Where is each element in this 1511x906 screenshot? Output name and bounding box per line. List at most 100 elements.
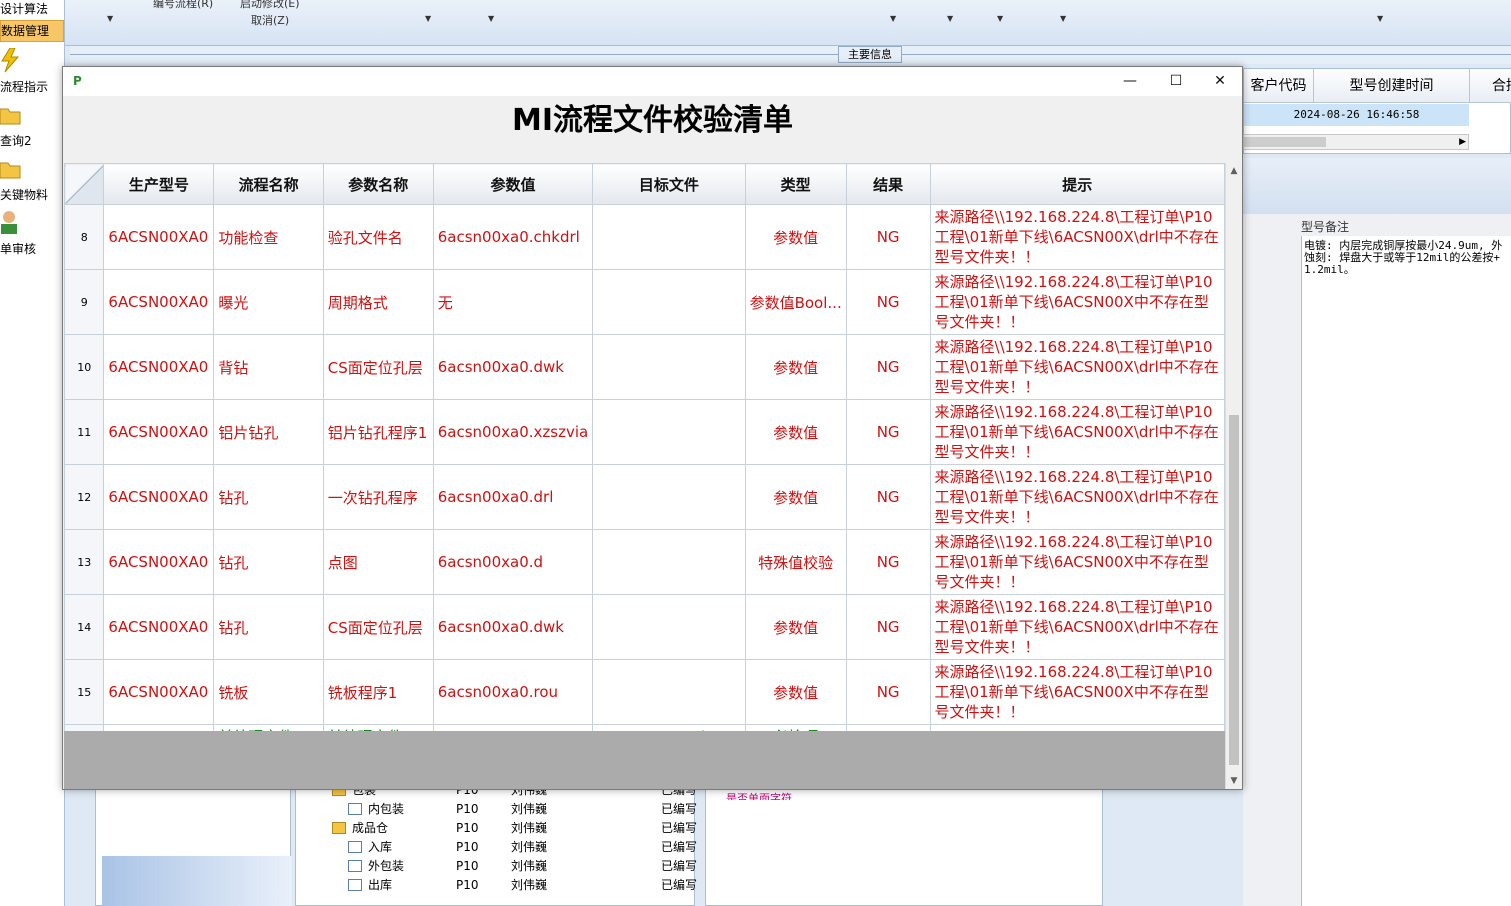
row-number[interactable]: 13 bbox=[64, 529, 105, 595]
nav-item-design-algorithm[interactable]: 设计算法 bbox=[0, 0, 64, 18]
nav-item-key-materials[interactable]: 关键物料 bbox=[0, 186, 64, 204]
cell-model[interactable]: 6ACSN00XA0 bbox=[103, 399, 215, 465]
cell-param-value[interactable]: 无 bbox=[432, 269, 594, 335]
cell-type[interactable]: 参数值 bbox=[744, 594, 847, 660]
column-header-model-created-time[interactable]: 型号创建时间 bbox=[1314, 69, 1470, 103]
cell-model[interactable]: 6ACSN00XA0 bbox=[103, 659, 215, 725]
row-number[interactable]: 15 bbox=[64, 659, 105, 725]
table-row[interactable]: 9 6ACSN00XA0 曝光 周期格式无 参数值Bool... NG 来源路径\\192.… bbox=[64, 269, 1225, 335]
nav-item-process-guide[interactable]: 流程指示 bbox=[0, 78, 64, 96]
selected-created-time-cell[interactable]: 2024-08-26 16:46:58 bbox=[1244, 104, 1469, 126]
cell-type[interactable]: 参数值 bbox=[744, 659, 847, 725]
table-row[interactable]: 8 6ACSN00XA0 功能检查 验孔文件名 6acsn00xa0.chkdrl 参数值… bbox=[64, 204, 1225, 270]
cell-target-file[interactable] bbox=[592, 399, 746, 465]
cell-param-value[interactable]: 6acsn00xa0.chkdrl bbox=[432, 204, 594, 270]
nav-item-data-management[interactable]: 数据管理 bbox=[0, 20, 64, 42]
toolbar-cancel[interactable]: 取消(Z) bbox=[251, 12, 289, 28]
cell-param-name[interactable]: 验孔文件名 bbox=[322, 204, 434, 270]
cell-tip[interactable]: 来源路径\\192.168.224.8\工程订单\P10工程\01新单下线\6A… bbox=[929, 334, 1225, 400]
column-header-param-name[interactable]: 参数名称 bbox=[322, 163, 434, 205]
cell-result[interactable]: NG bbox=[845, 464, 931, 530]
row-number[interactable]: 11 bbox=[64, 399, 105, 465]
cell-tip[interactable]: 来源路径\\192.168.224.8\工程订单\P10工程\01新单下线\6A… bbox=[929, 594, 1225, 660]
dropdown-arrow-icon[interactable]: ▼ bbox=[107, 14, 113, 23]
nav-item-query2[interactable]: 查询2 bbox=[0, 132, 64, 150]
cell-process[interactable]: 曝光 bbox=[213, 269, 324, 335]
table-row[interactable]: 11 6ACSN00XA0 铝片钻孔 铝片钻孔程序1 6acsn00xa0.xzszvi… bbox=[64, 399, 1225, 465]
cell-model[interactable]: 6ACSN00XA0 bbox=[103, 529, 215, 595]
cell-process[interactable]: 钻孔 bbox=[213, 464, 324, 530]
dropdown-arrow-icon[interactable]: ▼ bbox=[1060, 14, 1066, 23]
column-header-tip[interactable]: 提示 bbox=[929, 163, 1225, 205]
cell-model[interactable]: 6ACSN00XA0 bbox=[103, 464, 215, 530]
cell-process[interactable]: 功能检查 bbox=[213, 204, 324, 270]
toolbar-start-modify[interactable]: 启动修改(E) bbox=[240, 0, 300, 11]
cell-model[interactable]: 6ACSN00XA0 bbox=[103, 334, 215, 400]
arrow-up-icon[interactable]: ▲ bbox=[1226, 163, 1242, 179]
cell-model[interactable]: 6ACSN00XA0 bbox=[103, 204, 215, 270]
row-number[interactable]: 10 bbox=[64, 334, 105, 400]
cell-result[interactable]: NG bbox=[845, 594, 931, 660]
table-row[interactable]: 14 6ACSN00XA0 钻孔 CS面定位孔层 6acsn00xa0.dwk 参数值 NG… bbox=[64, 594, 1225, 660]
row-number[interactable]: 12 bbox=[64, 464, 105, 530]
close-button[interactable]: ✕ bbox=[1197, 67, 1243, 96]
cell-tip[interactable]: 来源路径\\192.168.224.8\工程订单\P10工程\01新单下线\6A… bbox=[929, 529, 1225, 595]
tree-node[interactable]: 入库 P10 刘伟巍 已编写 bbox=[296, 838, 697, 857]
cell-result[interactable]: NG bbox=[845, 269, 931, 335]
cell-param-name[interactable]: CS面定位孔层 bbox=[322, 594, 434, 660]
cell-type[interactable]: 参数值 bbox=[744, 464, 847, 530]
column-header-target-file[interactable]: 目标文件 bbox=[592, 163, 746, 205]
arrow-down-icon[interactable]: ▼ bbox=[1226, 773, 1242, 789]
cell-type[interactable]: 参数值 bbox=[744, 204, 847, 270]
cell-tip[interactable]: 来源路径\\192.168.224.8\工程订单\P10工程\01新单下线\6A… bbox=[929, 204, 1225, 270]
select-all-corner[interactable] bbox=[64, 163, 105, 205]
minimize-button[interactable]: — bbox=[1107, 67, 1153, 96]
cell-tip[interactable]: 来源路径\\192.168.224.8\工程订单\P10工程\01新单下线\6A… bbox=[929, 659, 1225, 725]
dropdown-arrow-icon[interactable]: ▼ bbox=[947, 14, 953, 23]
column-header-model[interactable]: 生产型号 bbox=[103, 163, 215, 205]
table-row[interactable]: 15 6ACSN00XA0 铣板 铣板程序1 6acsn00xa0.rou 参数值 NG 来源… bbox=[64, 659, 1225, 725]
cell-process[interactable]: 钻孔 bbox=[213, 594, 324, 660]
nav-item-order-review[interactable]: 单审核 bbox=[0, 240, 64, 258]
cell-param-value[interactable]: 6acsn00xa0.dwk bbox=[432, 334, 594, 400]
horizontal-scrollbar[interactable]: ▶ bbox=[1243, 134, 1469, 150]
vertical-scrollbar[interactable]: ▲ ▼ bbox=[1225, 163, 1242, 789]
memo-textarea[interactable]: 电镀: 内层完成铜厚按最小24.9um, 外 蚀刻: 焊盘大于或等于12mil的… bbox=[1301, 236, 1511, 906]
cell-param-name[interactable]: 周期格式 bbox=[322, 269, 434, 335]
column-header-result[interactable]: 结果 bbox=[845, 163, 931, 205]
dropdown-arrow-icon[interactable]: ▼ bbox=[488, 14, 494, 23]
table-row[interactable]: 13 6ACSN00XA0 钻孔 点图 6acsn00xa0.d 特殊值校验 NG 来源路径\… bbox=[64, 529, 1225, 595]
row-number[interactable]: 9 bbox=[64, 269, 105, 335]
cell-param-name[interactable]: 铣板程序1 bbox=[322, 659, 434, 725]
cell-type[interactable]: 参数值 bbox=[744, 334, 847, 400]
cell-target-file[interactable] bbox=[592, 659, 746, 725]
cell-type[interactable]: 特殊值校验 bbox=[744, 529, 847, 595]
cell-result[interactable]: NG bbox=[845, 399, 931, 465]
cell-target-file[interactable] bbox=[592, 269, 746, 335]
cell-param-name[interactable]: CS面定位孔层 bbox=[322, 334, 434, 400]
column-header-customer-code[interactable]: 客户代码 bbox=[1244, 69, 1314, 103]
tree-node[interactable]: 成品仓 P10 刘伟巍 已编写 bbox=[296, 819, 697, 838]
maximize-button[interactable]: ☐ bbox=[1153, 67, 1199, 96]
cell-tip[interactable]: 来源路径\\192.168.224.8\工程订单\P10工程\01新单下线\6A… bbox=[929, 399, 1225, 465]
cell-target-file[interactable] bbox=[592, 334, 746, 400]
column-header-type[interactable]: 类型 bbox=[744, 163, 847, 205]
dropdown-arrow-icon[interactable]: ▼ bbox=[890, 14, 896, 23]
cell-type[interactable]: 参数值 bbox=[744, 399, 847, 465]
cell-param-value[interactable]: 6acsn00xa0.drl bbox=[432, 464, 594, 530]
column-header-merge[interactable]: 合拼 bbox=[1470, 69, 1511, 103]
cell-param-name[interactable]: 点图 bbox=[322, 529, 434, 595]
column-header-param-value[interactable]: 参数值 bbox=[432, 163, 594, 205]
column-header-process[interactable]: 流程名称 bbox=[213, 163, 324, 205]
row-number[interactable]: 8 bbox=[64, 204, 105, 270]
arrow-right-icon[interactable]: ▶ bbox=[1459, 135, 1466, 149]
tree-node[interactable]: 出库 P10 刘伟巍 已编写 bbox=[296, 876, 697, 895]
cell-model[interactable]: 6ACSN00XA0 bbox=[103, 594, 215, 660]
cell-param-name[interactable]: 铝片钻孔程序1 bbox=[322, 399, 434, 465]
dropdown-arrow-icon[interactable]: ▼ bbox=[997, 14, 1003, 23]
cell-process[interactable]: 铣板 bbox=[213, 659, 324, 725]
cell-target-file[interactable] bbox=[592, 529, 746, 595]
cell-result[interactable]: NG bbox=[845, 529, 931, 595]
scroll-thumb[interactable] bbox=[1229, 415, 1239, 765]
cell-param-name[interactable]: 一次钻孔程序 bbox=[322, 464, 434, 530]
